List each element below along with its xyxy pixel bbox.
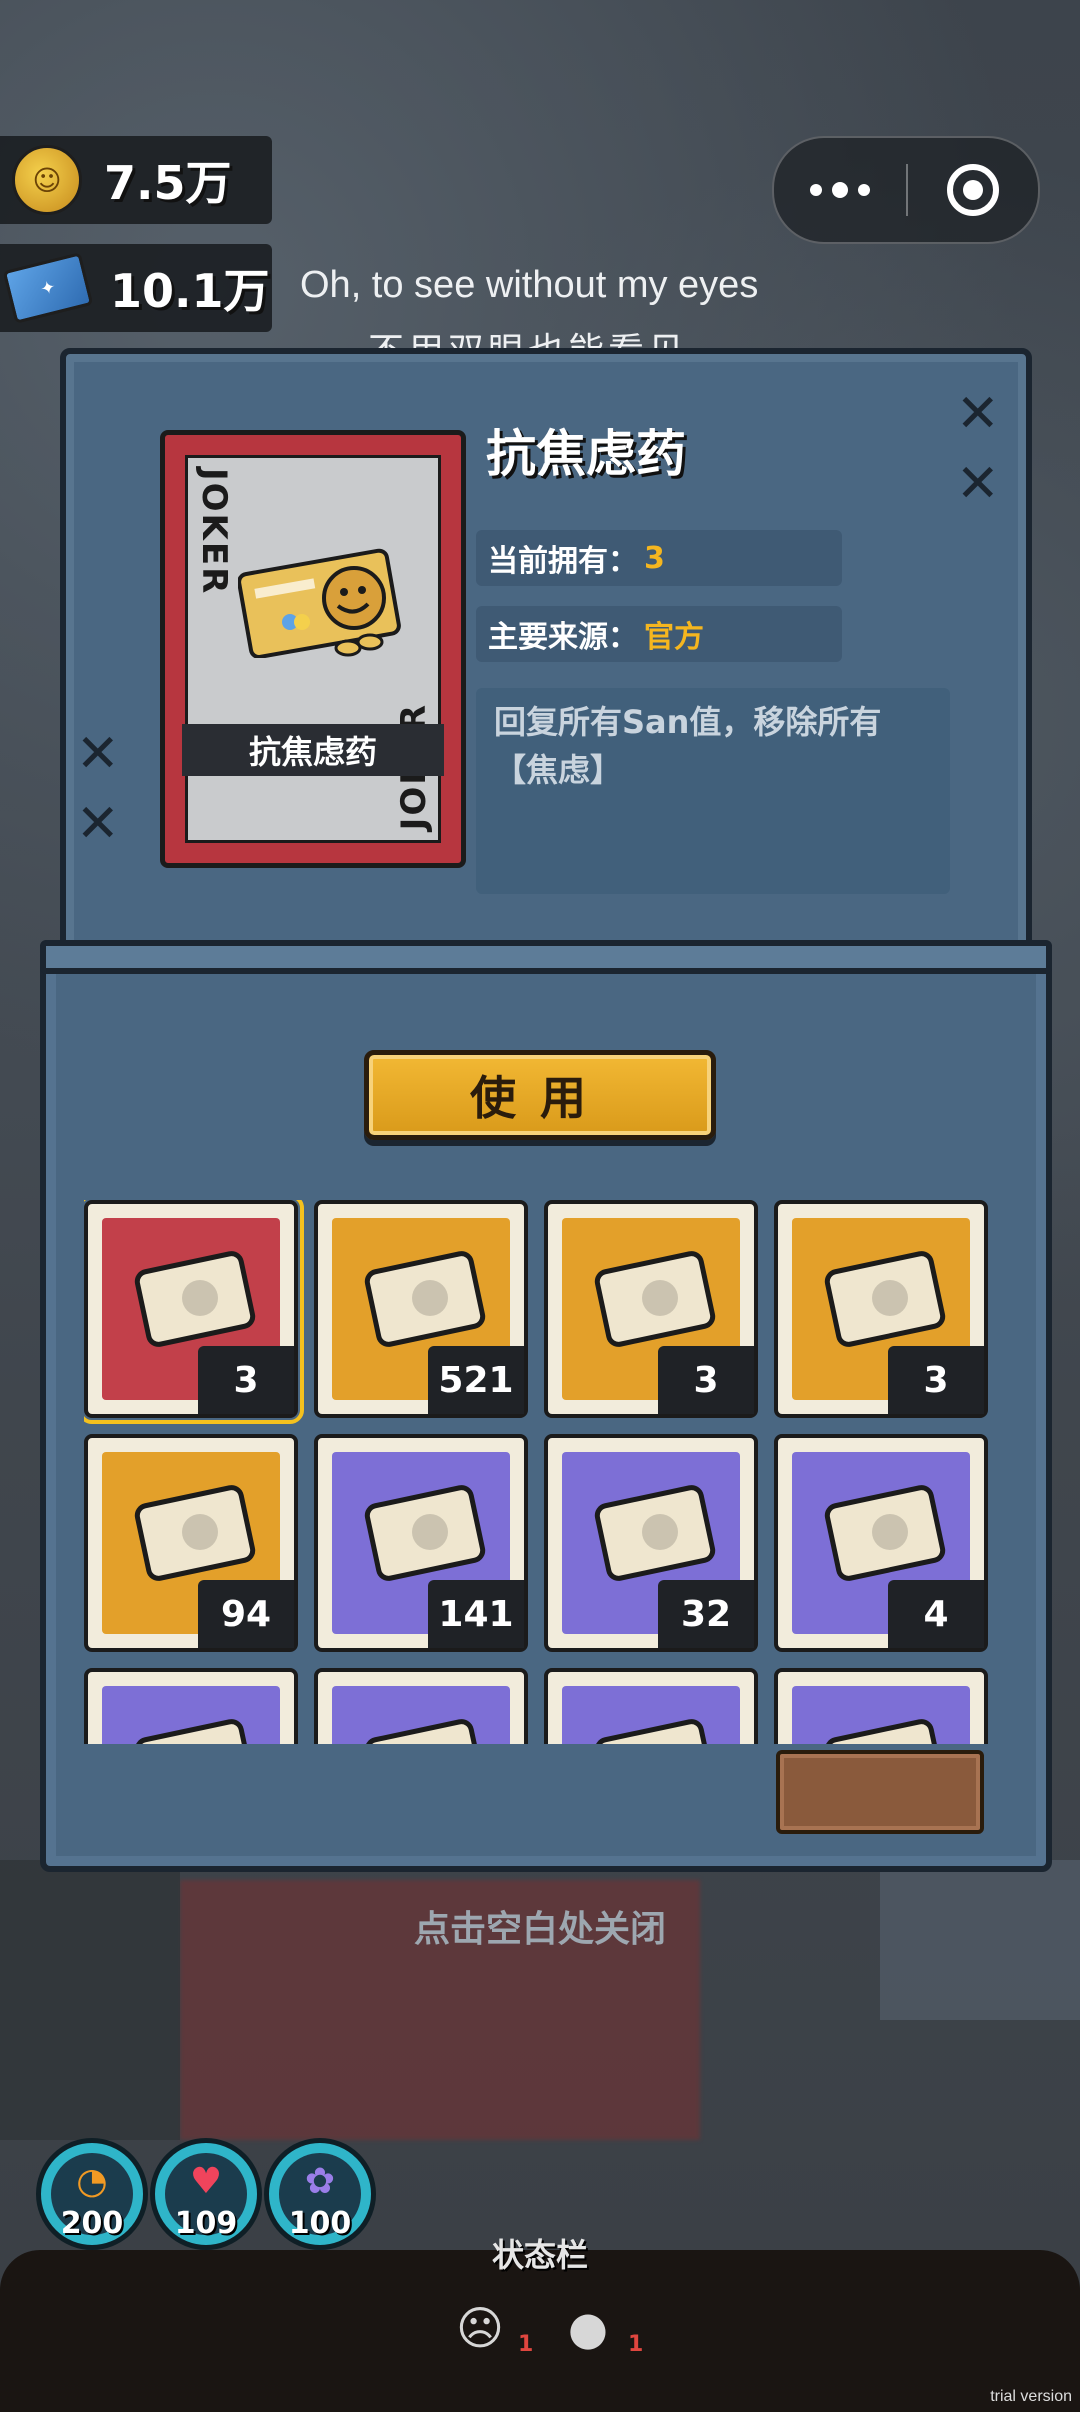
- owned-label: 当前拥有：: [488, 544, 638, 579]
- item-count: 3: [888, 1346, 984, 1414]
- inventory-item-item-11[interactable]: [544, 1668, 758, 1744]
- source-row: 主要来源： 官方: [476, 606, 842, 662]
- item-count: 32: [658, 1580, 754, 1648]
- gold-badge-icon: [594, 1251, 716, 1347]
- item-11-icon: [594, 1719, 716, 1744]
- x-mark-icon: ✕: [76, 724, 120, 784]
- source-value: 官方: [644, 620, 704, 655]
- item-12-icon: [824, 1719, 946, 1744]
- item-title: 抗焦虑药: [486, 425, 686, 483]
- owned-row: 当前拥有： 3: [476, 530, 842, 586]
- film-reel-icon: [364, 1251, 486, 1347]
- ticket-icon: ✦: [2, 252, 94, 324]
- inventory-item-medical-card[interactable]: 3: [774, 1200, 988, 1418]
- inventory-item-item-10[interactable]: [314, 1668, 528, 1744]
- item-count: 3: [198, 1346, 294, 1414]
- medical-card-icon: [824, 1251, 946, 1347]
- card-corner-text: JOKER: [194, 468, 234, 596]
- inventory-item-bottle[interactable]: [84, 1668, 298, 1744]
- item-count: 94: [198, 1580, 294, 1648]
- inventory-grid: 3 521 3 3 94 141 32 4: [84, 1200, 1000, 1744]
- item-count: 521: [428, 1346, 524, 1414]
- hunger-icon: ◔: [76, 2161, 108, 2202]
- sleep-icon[interactable]: ●: [556, 2296, 620, 2360]
- inventory-item-sunglasses-card[interactable]: 4: [774, 1434, 988, 1652]
- trial-watermark: trial version: [990, 2388, 1072, 2405]
- sleep-effect-count: 1: [628, 2332, 644, 2357]
- item-count: 141: [428, 1580, 524, 1648]
- owned-value: 3: [644, 540, 665, 576]
- item-count: 4: [888, 1580, 984, 1648]
- lyric-subtitle-en: Oh, to see without my eyes: [300, 264, 759, 306]
- gold-currency: ☺ 7.5万: [0, 136, 272, 224]
- bottle-icon: [134, 1719, 256, 1744]
- status-bar-title: 状态栏: [491, 2236, 588, 2274]
- x-mark-icon: ✕: [76, 794, 120, 854]
- pill-pack-icon: [238, 548, 401, 658]
- item-description: 回复所有San值，移除所有【焦虑】: [476, 688, 950, 894]
- gold-ribbon-card-icon: [134, 1485, 256, 1581]
- target-icon: [947, 164, 999, 216]
- x-mark-icon: ✕: [956, 454, 1000, 514]
- inventory-item-gold-ribbon-card[interactable]: 94: [84, 1434, 298, 1652]
- item-10-icon: [364, 1719, 486, 1744]
- gold-coin-icon: ☺: [12, 145, 82, 215]
- ticket-amount: 10.1万: [110, 264, 270, 318]
- scroll-handle[interactable]: [776, 1750, 984, 1834]
- brain-icon: ✿: [304, 2161, 336, 2202]
- ticket-currency: ✦ 10.1万: [0, 244, 272, 332]
- x-mark-icon: ✕: [956, 384, 1000, 444]
- inventory-item-film-reel[interactable]: 521: [314, 1200, 528, 1418]
- heart-icon: ♥: [189, 2161, 223, 2202]
- inventory-item-toy-ticket[interactable]: 141: [314, 1434, 528, 1652]
- close-hint: 点击空白处关闭: [413, 1909, 666, 1950]
- miniprogram-capsule: [772, 136, 1040, 244]
- item-count: 3: [658, 1346, 754, 1414]
- inventory-item-item-12[interactable]: [774, 1668, 988, 1744]
- panel-divider: [40, 940, 1052, 974]
- source-label: 主要来源：: [488, 620, 638, 655]
- card-label: 抗焦虑药: [182, 724, 444, 776]
- close-miniprogram-button[interactable]: [908, 164, 1038, 216]
- use-button[interactable]: 使用: [364, 1050, 716, 1140]
- more-dots-icon: [810, 184, 822, 196]
- mask-icon[interactable]: ☹: [448, 2296, 512, 2360]
- anti-anxiety-pills-icon: [134, 1251, 256, 1347]
- inventory-item-blue-pass[interactable]: 32: [544, 1434, 758, 1652]
- mask-effect-count: 1: [518, 2332, 534, 2357]
- inventory-item-gold-badge[interactable]: 3: [544, 1200, 758, 1418]
- more-button[interactable]: [774, 182, 906, 198]
- blue-pass-icon: [594, 1485, 716, 1581]
- item-card: JOKER JOKER 抗焦虑药: [160, 430, 466, 868]
- gold-amount: 7.5万: [104, 156, 232, 210]
- inventory-item-anti-anxiety-pills[interactable]: 3: [84, 1200, 304, 1424]
- toy-ticket-icon: [364, 1485, 486, 1581]
- sunglasses-card-icon: [824, 1485, 946, 1581]
